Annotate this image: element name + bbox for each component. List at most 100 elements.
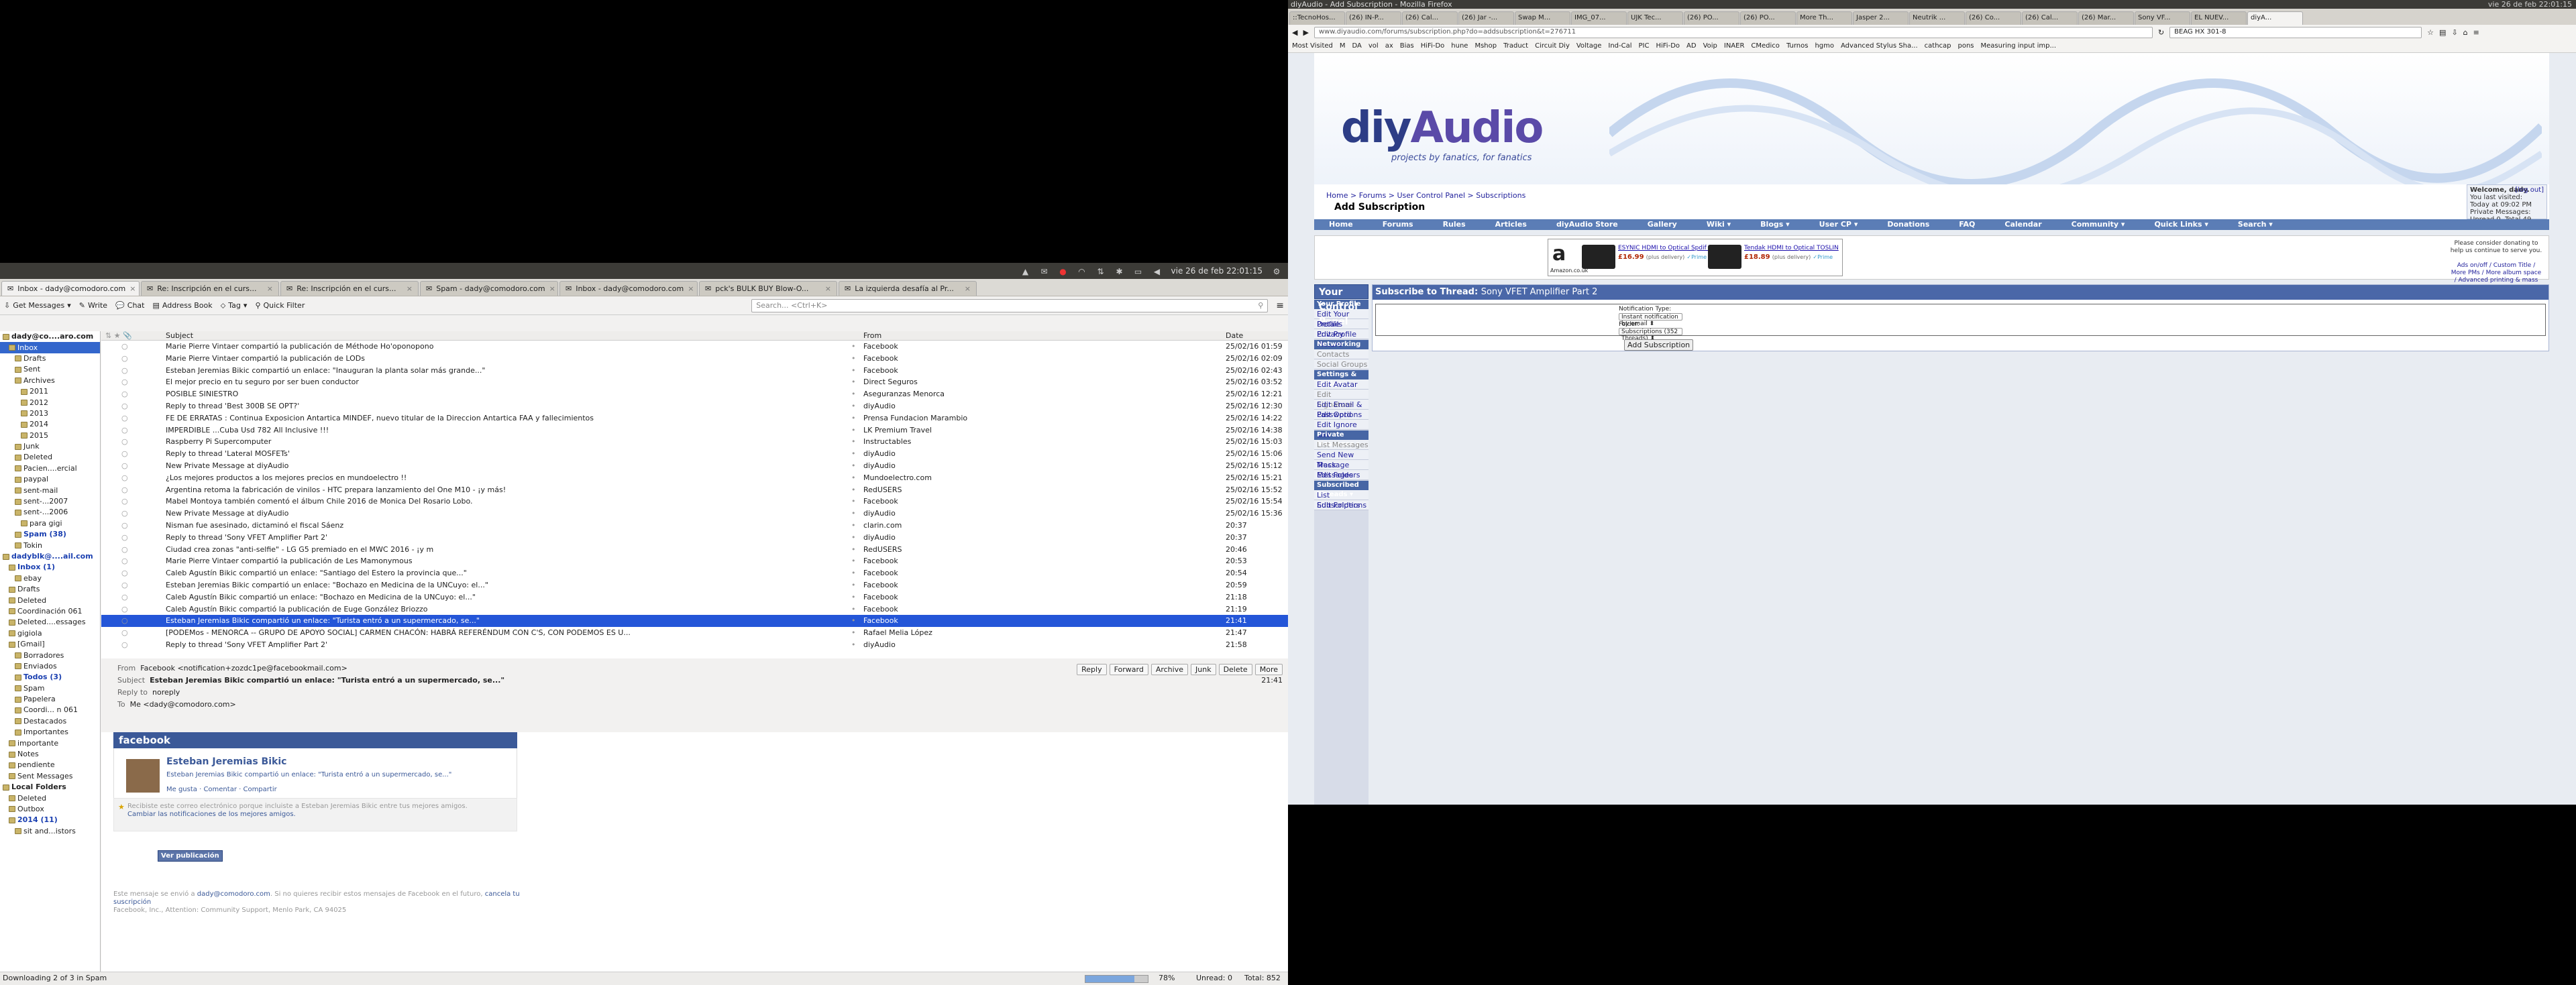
folder-item[interactable]: Tokin — [0, 540, 100, 551]
column-icons[interactable]: ⇅ ★ 📎 — [101, 331, 166, 340]
firefox-tab[interactable]: EL NUEV... — [2191, 11, 2247, 25]
read-dot-icon[interactable]: • — [851, 615, 863, 627]
row-icons[interactable]: ○ — [101, 388, 166, 400]
row-icons[interactable]: ○ — [101, 579, 166, 591]
bookmark-item[interactable]: M — [1340, 42, 1346, 50]
table-row[interactable]: ○ Reply to thread 'Sony VFET Amplifier Pa… — [101, 639, 1288, 651]
bookmark-item[interactable]: Advanced Stylus Sha... — [1841, 42, 1918, 50]
star-icon[interactable]: ☆ — [2427, 28, 2434, 37]
folder-item[interactable]: Sent — [0, 364, 100, 375]
bookmark-item[interactable]: CMedico — [1751, 42, 1780, 50]
table-row[interactable]: ○ FE DE ERRATAS : Continua Exposicion Ant… — [101, 412, 1288, 424]
quick-filter-button[interactable]: ⚲ Quick Filter — [255, 301, 305, 310]
read-dot-icon[interactable]: • — [851, 400, 863, 412]
firefox-tab[interactable]: (26) PO... — [1684, 11, 1739, 25]
read-dot-icon[interactable]: • — [851, 412, 863, 424]
row-icons[interactable]: ○ — [101, 508, 166, 520]
row-icons[interactable]: ○ — [101, 424, 166, 437]
row-icons[interactable]: ○ — [101, 520, 166, 532]
alert-icon[interactable]: ● — [1059, 267, 1068, 276]
folder-item[interactable]: Pacien....ercial — [0, 463, 100, 474]
table-row[interactable]: ○ Marie Pierre Vintaer compartió la publi… — [101, 353, 1288, 365]
reply-button[interactable]: Reply — [1077, 664, 1107, 675]
tab-4[interactable]: ✉ Inbox - dady@comodoro.com × — [559, 281, 698, 296]
folder-item[interactable]: Drafts — [0, 584, 100, 595]
close-icon[interactable]: × — [688, 284, 694, 293]
folder-item[interactable]: ebay — [0, 573, 100, 584]
notification-type-select[interactable]: Instant notification by email ⬍ — [1619, 313, 1682, 327]
folder-item[interactable]: Deleted — [0, 452, 100, 463]
folder-item[interactable]: Outbox — [0, 804, 100, 815]
table-row[interactable]: ○ Caleb Agustín Bikic compartió la public… — [101, 603, 1288, 616]
row-icons[interactable]: ○ — [101, 400, 166, 412]
volume-icon[interactable]: ◀ — [1152, 267, 1162, 276]
close-icon[interactable]: × — [965, 284, 971, 293]
folder-item[interactable]: Deleted — [0, 793, 100, 803]
folder-item[interactable]: Enviados — [0, 661, 100, 672]
tab-2[interactable]: ✉ Re: Inscripción en el curs... × — [280, 281, 419, 296]
folder-item[interactable]: Spam — [0, 683, 100, 694]
gear-icon[interactable]: ⚙ — [1272, 267, 1281, 276]
bookmark-item[interactable]: Mshop — [1474, 42, 1497, 50]
table-row[interactable]: ○ Nisman fue asesinado, dictaminó el fisc… — [101, 520, 1288, 532]
row-icons[interactable]: ○ — [101, 484, 166, 496]
folder-item[interactable]: Local Folders — [0, 782, 100, 793]
folder-item[interactable]: sit and...istors — [0, 826, 100, 837]
firefox-tab[interactable]: Neutrik ... — [1909, 11, 1965, 25]
folder-item[interactable]: pendiente — [0, 760, 100, 770]
read-dot-icon[interactable]: • — [851, 424, 863, 437]
folder-item[interactable]: sent-...2007 — [0, 496, 100, 507]
folder-item[interactable]: paypal — [0, 474, 100, 485]
firefox-tab[interactable]: diyA... — [2247, 11, 2303, 25]
table-row[interactable]: ○ Reply to thread 'Lateral MOSFETs' • diyAu… — [101, 448, 1288, 460]
control-panel-link[interactable]: Edit Options — [1314, 410, 1368, 420]
bookmark-item[interactable]: vol — [1368, 42, 1379, 50]
bookmark-item[interactable]: Bias — [1400, 42, 1414, 50]
read-dot-icon[interactable]: • — [851, 639, 863, 651]
bookmark-item[interactable]: Most Visited — [1292, 42, 1333, 50]
folder-item[interactable]: Sent Messages — [0, 771, 100, 782]
nav-item[interactable]: Articles — [1481, 219, 1542, 230]
nav-item[interactable]: Community ▾ — [2057, 219, 2140, 230]
folder-item[interactable]: importante — [0, 738, 100, 748]
bookmark-item[interactable]: Traduct — [1503, 42, 1528, 50]
table-row[interactable]: ○ Raspberry Pi Supercomputer • Instructable… — [101, 436, 1288, 448]
clock[interactable]: vie 26 de feb 22:01:15 — [1171, 266, 1263, 276]
nav-item[interactable]: Calendar — [1990, 219, 2056, 230]
folder-item[interactable]: 2014 — [0, 419, 100, 430]
table-row[interactable]: ○ Esteban Jeremias Bikic compartió un enl… — [101, 365, 1288, 377]
firefox-tab[interactable]: (26) PO... — [1740, 11, 1796, 25]
control-panel-link[interactable]: Edit Signature — [1314, 390, 1368, 409]
table-row[interactable]: ○ Caleb Agustín Bikic compartió un enlace… — [101, 567, 1288, 579]
firefox-tab[interactable]: ::TecnoHos... — [1289, 11, 1345, 25]
folder-item[interactable]: 2011 — [0, 386, 100, 397]
row-icons[interactable]: ○ — [101, 412, 166, 424]
tab-5[interactable]: ✉ pck's BULK BUY Blow-O... × — [699, 281, 837, 296]
column-date[interactable]: Date — [1226, 331, 1288, 340]
firefox-tab[interactable]: Sony VF... — [2135, 11, 2190, 25]
read-dot-icon[interactable]: • — [851, 579, 863, 591]
forward-icon[interactable]: ▶ — [1303, 28, 1308, 37]
folder-item[interactable]: gigiola — [0, 628, 100, 639]
firefox-tab[interactable]: UJK Tec... — [1627, 11, 1683, 25]
folder-item[interactable]: [Gmail] — [0, 639, 100, 650]
row-icons[interactable]: ○ — [101, 376, 166, 388]
folder-item[interactable]: 2012 — [0, 397, 100, 408]
read-dot-icon[interactable]: • — [851, 591, 863, 603]
row-icons[interactable]: ○ — [101, 603, 166, 616]
table-row[interactable]: ○ Argentina retoma la fabricación de vini… — [101, 484, 1288, 496]
tag-button[interactable]: ⬦ Tag ▾ — [221, 301, 248, 310]
dropbox-icon[interactable]: ▲ — [1021, 267, 1030, 276]
breadcrumb[interactable]: Home > Forums > User Control Panel > Sub… — [1326, 191, 1525, 200]
folder-item[interactable]: Notes — [0, 749, 100, 760]
bookmark-item[interactable]: PIC — [1639, 42, 1650, 50]
download-icon[interactable]: ⇩ — [2451, 28, 2457, 37]
firefox-tab[interactable]: More Th... — [1796, 11, 1852, 25]
amazon-ad[interactable]: a Amazon.co.uk ESYNIC HDMI to Optical Sp… — [1548, 239, 1843, 276]
table-row[interactable]: ○ Reply to thread 'Best 300B SE OPT?' • diy… — [101, 400, 1288, 412]
read-dot-icon[interactable]: • — [851, 436, 863, 448]
menu-icon[interactable]: ≡ — [1276, 300, 1284, 311]
control-panel-link[interactable]: Edit Ignore List — [1314, 420, 1368, 439]
network-icon[interactable]: ⇅ — [1096, 267, 1106, 276]
row-icons[interactable]: ○ — [101, 555, 166, 567]
